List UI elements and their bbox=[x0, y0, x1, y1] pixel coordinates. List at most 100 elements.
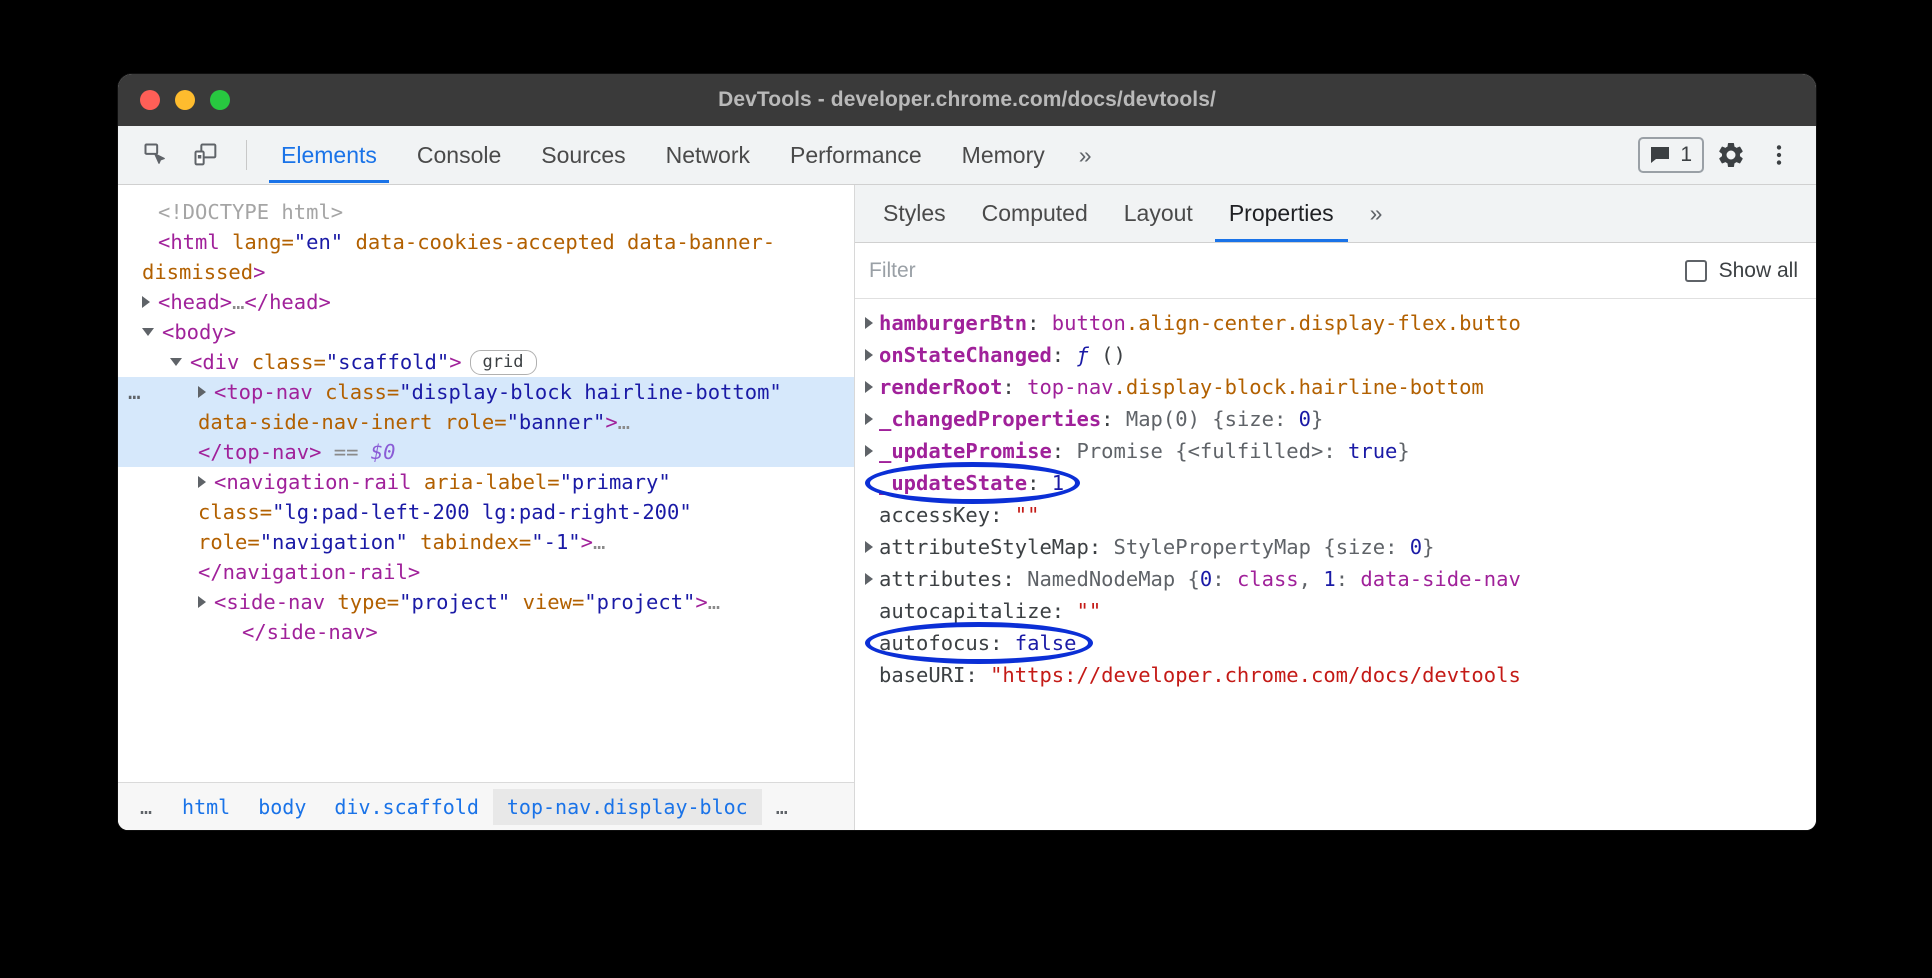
sidebar-more-label: » bbox=[1370, 200, 1383, 226]
expand-triangle-closed-icon[interactable] bbox=[865, 381, 873, 393]
expand-triangle-closed-icon[interactable] bbox=[865, 317, 873, 329]
filter-input[interactable]: Filter bbox=[869, 259, 1675, 283]
tab-console[interactable]: Console bbox=[397, 128, 521, 183]
property-row[interactable]: _updateState: 1 bbox=[855, 467, 1816, 499]
dom-node[interactable]: <div class="scaffold">grid bbox=[118, 347, 854, 377]
properties-list[interactable]: hamburgerBtn: button.align-center.displa… bbox=[855, 299, 1816, 830]
expand-triangle-closed-icon[interactable] bbox=[865, 445, 873, 457]
property-content: autocapitalize: "" bbox=[879, 599, 1101, 623]
property-row[interactable]: autocapitalize: "" bbox=[855, 595, 1816, 627]
expand-triangle-closed-icon[interactable] bbox=[198, 596, 206, 608]
tab-network[interactable]: Network bbox=[646, 128, 770, 183]
property-value-token: true bbox=[1348, 439, 1397, 463]
tab-elements[interactable]: Elements bbox=[261, 128, 397, 183]
tab-elements-label: Elements bbox=[281, 142, 377, 168]
sidebar-tab-styles[interactable]: Styles bbox=[865, 186, 964, 241]
breadcrumb-item-2[interactable]: body bbox=[244, 789, 320, 825]
property-name: _updatePromise bbox=[879, 439, 1052, 463]
expand-triangle-closed-icon[interactable] bbox=[865, 573, 873, 585]
expand-triangle-open-icon[interactable] bbox=[142, 328, 154, 336]
sidebar-tab-layout[interactable]: Layout bbox=[1106, 186, 1211, 241]
dom-token: … bbox=[593, 530, 605, 554]
dom-token: > bbox=[695, 590, 707, 614]
show-all-toggle[interactable]: Show all bbox=[1685, 259, 1798, 283]
sidebar-tab-properties[interactable]: Properties bbox=[1211, 186, 1352, 241]
property-row[interactable]: _changedProperties: Map(0) {size: 0} bbox=[855, 403, 1816, 435]
dom-token: "navigation" bbox=[260, 530, 408, 554]
property-colon: : bbox=[1101, 407, 1126, 431]
dom-token: "project" bbox=[584, 590, 695, 614]
device-toolbar-icon[interactable] bbox=[186, 135, 226, 175]
minimize-button[interactable] bbox=[175, 90, 195, 110]
property-value-token: 0 bbox=[1200, 567, 1212, 591]
breadcrumb-item-3[interactable]: div.scaffold bbox=[320, 789, 493, 825]
property-value-token: : bbox=[1385, 535, 1410, 559]
dom-node[interactable]: <head>…</head> bbox=[118, 287, 854, 317]
node-menu-dots-icon[interactable]: … bbox=[128, 377, 143, 407]
messages-badge[interactable]: 1 bbox=[1638, 137, 1704, 173]
property-row[interactable]: autofocus: false bbox=[855, 627, 1816, 659]
dom-token: </navigation-rail> bbox=[198, 560, 420, 584]
dom-node[interactable]: <side-nav type="project" view="project">… bbox=[118, 587, 854, 617]
dom-node-selected[interactable]: …<top-nav class="display-block hairline-… bbox=[118, 377, 854, 467]
property-colon: : bbox=[1052, 343, 1077, 367]
property-row[interactable]: attributeStyleMap: StylePropertyMap {siz… bbox=[855, 531, 1816, 563]
dom-token: <head> bbox=[158, 290, 232, 314]
sidebar-tab-computed[interactable]: Computed bbox=[964, 186, 1106, 241]
dom-node[interactable]: <navigation-rail aria-label="primary" cl… bbox=[118, 467, 854, 587]
expand-triangle-closed-icon[interactable] bbox=[142, 296, 150, 308]
tab-sources[interactable]: Sources bbox=[521, 128, 645, 183]
expand-triangle-closed-icon[interactable] bbox=[198, 386, 206, 398]
gear-icon[interactable] bbox=[1710, 134, 1752, 176]
property-value-token: 1 bbox=[1052, 471, 1064, 495]
zoom-button[interactable] bbox=[210, 90, 230, 110]
dom-token: > bbox=[449, 350, 461, 374]
property-row[interactable]: accessKey: "" bbox=[855, 499, 1816, 531]
grid-badge[interactable]: grid bbox=[470, 350, 537, 375]
property-row[interactable]: _updatePromise: Promise {<fulfilled>: tr… bbox=[855, 435, 1816, 467]
close-button[interactable] bbox=[140, 90, 160, 110]
tab-memory[interactable]: Memory bbox=[942, 128, 1065, 183]
dom-token: "en" bbox=[294, 230, 343, 254]
sidebar-more-chevron-icon[interactable]: » bbox=[1352, 186, 1401, 241]
dom-token: role bbox=[198, 530, 247, 554]
more-tabs-chevron-icon[interactable]: » bbox=[1065, 128, 1106, 183]
property-row[interactable]: hamburgerBtn: button.align-center.displa… bbox=[855, 307, 1816, 339]
property-value-token: () bbox=[1089, 343, 1126, 367]
property-row[interactable]: attributes: NamedNodeMap {0: class, 1: d… bbox=[855, 563, 1816, 595]
breadcrumb-item-4[interactable]: top-nav.display-bloc bbox=[493, 789, 762, 825]
twisty-placeholder bbox=[865, 520, 873, 521]
property-row[interactable]: onStateChanged: ƒ () bbox=[855, 339, 1816, 371]
dom-node[interactable]: <html lang="en" data-cookies-accepted da… bbox=[118, 227, 854, 287]
expand-triangle-closed-icon[interactable] bbox=[198, 476, 206, 488]
property-value-token: 0 bbox=[1410, 535, 1422, 559]
property-row[interactable]: baseURI: "https://developer.chrome.com/d… bbox=[855, 659, 1816, 691]
panel-tabs: Elements Console Sources Network Perform… bbox=[261, 128, 1106, 183]
expand-triangle-closed-icon[interactable] bbox=[865, 541, 873, 553]
twisty-placeholder bbox=[865, 648, 873, 649]
messages-count: 1 bbox=[1680, 143, 1692, 167]
dom-node[interactable]: </side-nav> bbox=[118, 617, 854, 647]
inspect-element-icon[interactable] bbox=[136, 135, 176, 175]
breadcrumb-item-1[interactable]: html bbox=[168, 789, 244, 825]
property-value-token: button bbox=[1052, 311, 1126, 335]
breadcrumb-item-5[interactable]: … bbox=[762, 789, 804, 825]
more-vertical-icon[interactable] bbox=[1758, 134, 1800, 176]
expand-triangle-closed-icon[interactable] bbox=[865, 413, 873, 425]
tab-performance-label: Performance bbox=[790, 142, 922, 168]
property-value-token: NamedNodeMap { bbox=[1027, 567, 1200, 591]
show-all-checkbox[interactable] bbox=[1685, 260, 1707, 282]
expand-triangle-closed-icon[interactable] bbox=[865, 349, 873, 361]
dom-node[interactable]: <!DOCTYPE html> bbox=[118, 197, 854, 227]
dom-tree[interactable]: <!DOCTYPE html><html lang="en" data-cook… bbox=[118, 185, 854, 782]
property-colon: : bbox=[1052, 439, 1077, 463]
property-value-token: "https://developer.chrome.com/docs/devto… bbox=[990, 663, 1521, 687]
dom-token: <top-nav bbox=[214, 380, 325, 404]
expand-triangle-open-icon[interactable] bbox=[170, 358, 182, 366]
tab-performance[interactable]: Performance bbox=[770, 128, 942, 183]
dom-token: "display-block hairline-bottom" bbox=[399, 380, 782, 404]
property-row[interactable]: renderRoot: top-nav.display-block.hairli… bbox=[855, 371, 1816, 403]
breadcrumb-item-0[interactable]: … bbox=[126, 789, 168, 825]
dom-node[interactable]: <body> bbox=[118, 317, 854, 347]
twisty-placeholder bbox=[865, 616, 873, 617]
